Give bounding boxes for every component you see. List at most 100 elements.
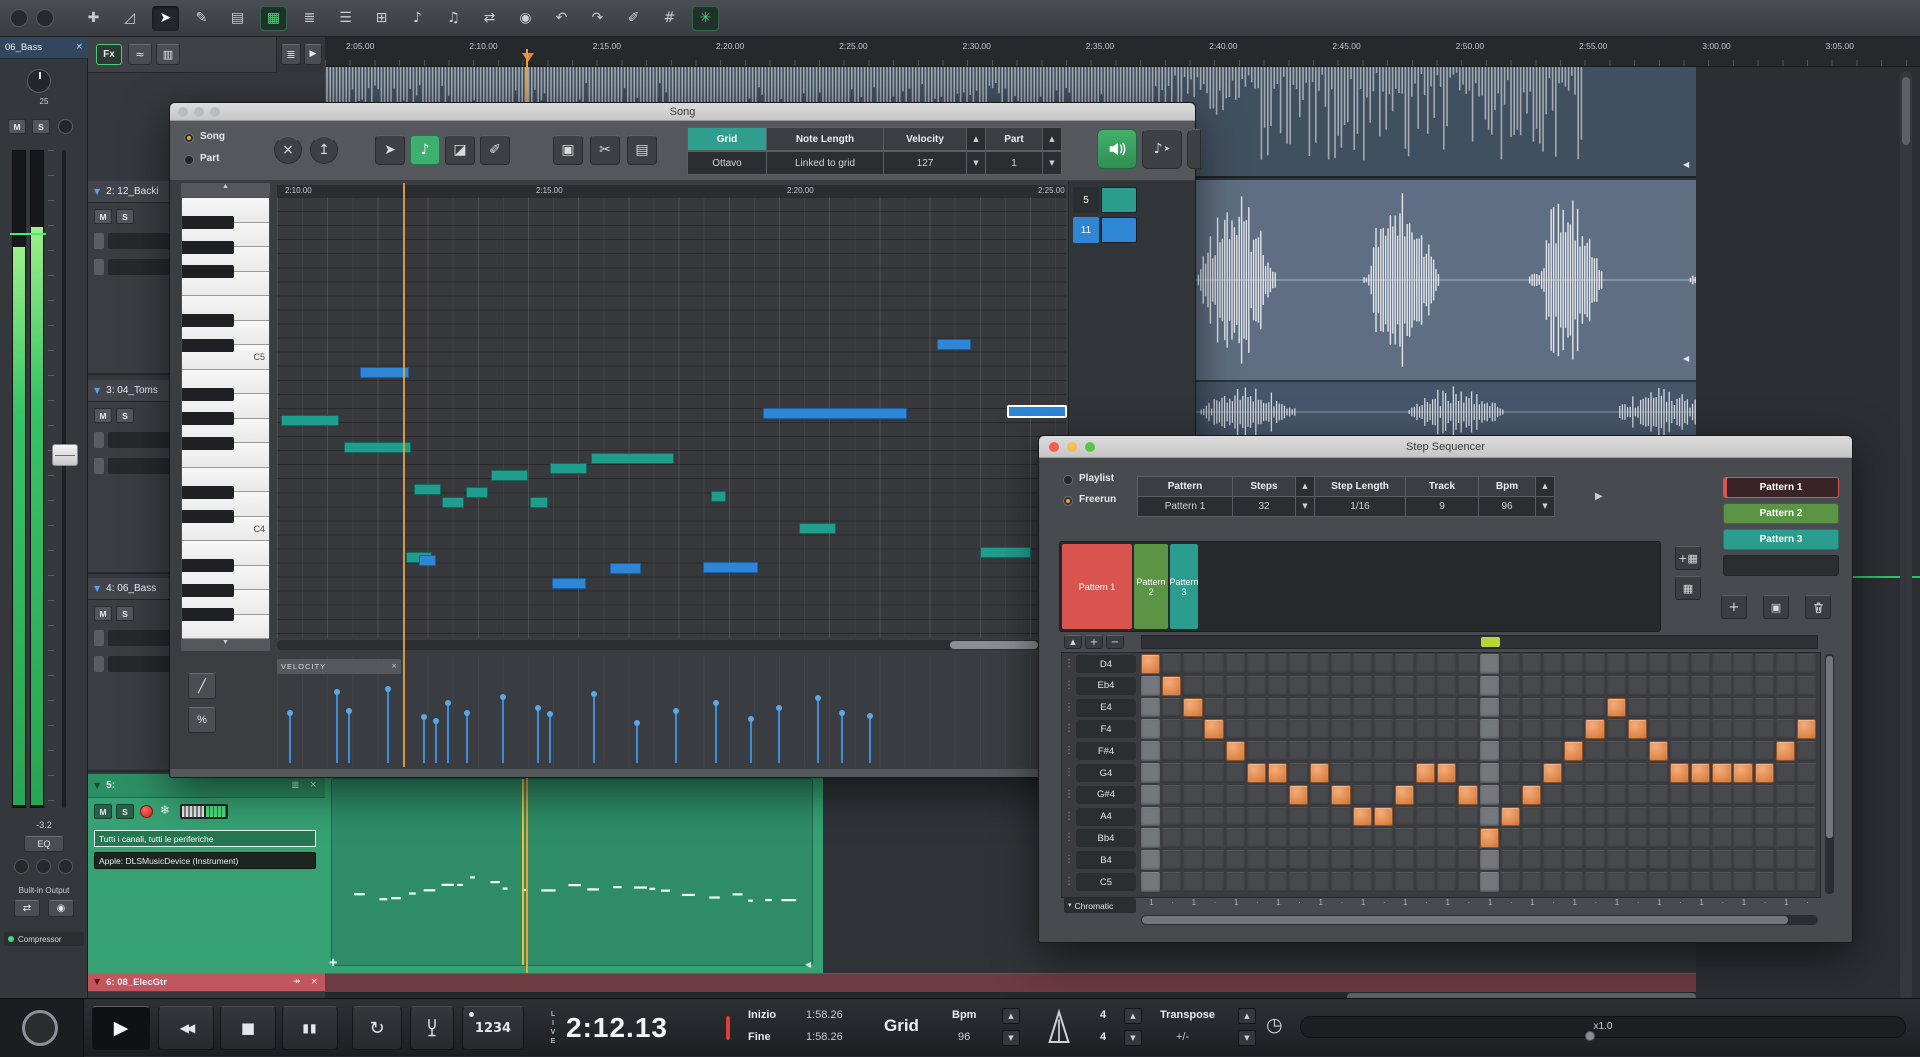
pattern-strip[interactable]: Pattern 1Pattern 2Pattern 3 xyxy=(1059,541,1661,632)
guitar-track-lane[interactable] xyxy=(325,973,1696,992)
step-cell[interactable] xyxy=(1776,763,1795,783)
solo-button[interactable]: S xyxy=(32,119,50,134)
step-cell[interactable] xyxy=(1416,654,1435,674)
velocity-stem-dot[interactable] xyxy=(421,714,427,720)
close-traffic-light[interactable] xyxy=(178,107,188,117)
step-cell[interactable] xyxy=(1776,719,1795,739)
step-cell[interactable] xyxy=(1289,654,1308,674)
step-cell[interactable] xyxy=(1755,872,1774,892)
piano-scroll-down[interactable]: ▼ xyxy=(181,639,270,651)
start-value[interactable]: 1:58.26 xyxy=(806,1009,843,1021)
step-row-label[interactable]: F4 xyxy=(1076,720,1136,738)
eq-button[interactable]: EQ xyxy=(24,836,64,852)
step-cell[interactable] xyxy=(1649,763,1668,783)
step-cell[interactable] xyxy=(1628,676,1647,696)
step-cell[interactable] xyxy=(1733,850,1752,870)
step-cell[interactable] xyxy=(1353,850,1372,870)
step-cell[interactable] xyxy=(1458,785,1477,805)
step-cell[interactable] xyxy=(1374,741,1393,761)
redo-tool-icon[interactable]: ↷ xyxy=(584,6,611,31)
slot-grip[interactable] xyxy=(94,432,104,448)
step-cell[interactable] xyxy=(1585,872,1604,892)
step-cell[interactable] xyxy=(1733,654,1752,674)
close-icon[interactable]: × xyxy=(310,978,318,987)
step-cell[interactable] xyxy=(1374,828,1393,848)
step-cell[interactable] xyxy=(1437,698,1456,718)
note-cursor-button[interactable]: ♪➤ xyxy=(1142,129,1182,169)
velocity-stem-dot[interactable] xyxy=(445,700,451,706)
part-number[interactable]: 11 xyxy=(1073,217,1099,243)
row-grip-icon[interactable]: ⋮ xyxy=(1064,658,1074,669)
step-cell[interactable] xyxy=(1268,850,1287,870)
pattern-field-value[interactable]: Pattern 1 xyxy=(1137,496,1233,517)
pattern-block[interactable]: Pattern 2 xyxy=(1134,544,1168,629)
step-cell[interactable] xyxy=(1797,828,1816,848)
move-tool-icon[interactable]: ✚ xyxy=(80,6,107,31)
step-cell[interactable] xyxy=(1628,828,1647,848)
step-cell[interactable] xyxy=(1289,872,1308,892)
add-pattern-strip-button[interactable]: +▦ xyxy=(1675,546,1701,570)
step-cell[interactable] xyxy=(1268,719,1287,739)
step-cell[interactable] xyxy=(1331,698,1350,718)
paste-button[interactable]: ▤ xyxy=(627,135,657,165)
step-cell[interactable] xyxy=(1353,719,1372,739)
clock-icon[interactable]: ◷ xyxy=(1266,1016,1283,1035)
row-grip-icon[interactable]: ⋮ xyxy=(1064,854,1074,865)
step-cell[interactable] xyxy=(1670,698,1689,718)
step-cell[interactable] xyxy=(1755,654,1774,674)
step-cell[interactable] xyxy=(1331,719,1350,739)
velocity-stem-dot[interactable] xyxy=(713,700,719,706)
step-cell[interactable] xyxy=(1670,676,1689,696)
step-header-strip[interactable] xyxy=(1141,635,1818,649)
mute-button[interactable]: M xyxy=(94,606,112,621)
step-cell[interactable] xyxy=(1310,698,1329,718)
mute-button[interactable]: M xyxy=(94,804,112,819)
velocity-down-button[interactable]: ▼ xyxy=(966,151,986,175)
transpose-down-button[interactable]: ▼ xyxy=(1238,1030,1256,1046)
copy-button[interactable]: ▣ xyxy=(553,135,583,165)
instrument-track-lane[interactable]: ✚ ◀ xyxy=(325,774,823,973)
step-cell[interactable] xyxy=(1416,698,1435,718)
locate-tool-icon[interactable]: ◉ xyxy=(512,6,539,31)
speed-slider-thumb[interactable] xyxy=(1585,1031,1595,1041)
step-cell[interactable] xyxy=(1374,654,1393,674)
step-cell[interactable] xyxy=(1607,785,1626,805)
step-cell[interactable] xyxy=(1247,763,1266,783)
part-scroll-icon[interactable]: ◀ xyxy=(805,961,811,969)
step-cell[interactable] xyxy=(1522,763,1541,783)
end-value[interactable]: 1:58.26 xyxy=(806,1031,843,1043)
step-cell[interactable] xyxy=(1543,872,1562,892)
percent-tool-button[interactable]: % xyxy=(188,707,216,733)
step-cell[interactable] xyxy=(1183,654,1202,674)
step-cell[interactable] xyxy=(1310,654,1329,674)
solo-button[interactable]: S xyxy=(116,408,134,423)
piano-black-key[interactable] xyxy=(182,216,234,229)
step-cell[interactable] xyxy=(1374,785,1393,805)
step-cell[interactable] xyxy=(1183,828,1202,848)
step-cell[interactable] xyxy=(1395,698,1414,718)
step-cell[interactable] xyxy=(1289,741,1308,761)
undo-tool-icon[interactable]: ↶ xyxy=(548,6,575,31)
expand-button[interactable]: ▶ xyxy=(304,44,322,65)
part-color-swatch[interactable] xyxy=(1101,187,1137,213)
step-cell[interactable] xyxy=(1331,676,1350,696)
midi-note[interactable] xyxy=(711,491,726,502)
step-cell[interactable] xyxy=(1564,741,1583,761)
step-cell[interactable] xyxy=(1670,741,1689,761)
step-cell[interactable] xyxy=(1310,785,1329,805)
step-cell[interactable] xyxy=(1564,850,1583,870)
step-cell[interactable] xyxy=(1353,654,1372,674)
step-cell[interactable] xyxy=(1247,719,1266,739)
step-cell[interactable] xyxy=(1712,741,1731,761)
step-cell[interactable] xyxy=(1797,654,1816,674)
step-cell[interactable] xyxy=(1331,872,1350,892)
step-cell[interactable] xyxy=(1733,828,1752,848)
pattern-select-button[interactable]: Pattern 3 xyxy=(1723,529,1839,550)
step-cell[interactable] xyxy=(1712,872,1731,892)
velocity-stem[interactable] xyxy=(549,714,551,763)
step-row-label[interactable]: A4 xyxy=(1076,808,1136,826)
step-window-titlebar[interactable]: Step Sequencer xyxy=(1039,436,1852,458)
step-cell[interactable] xyxy=(1564,698,1583,718)
step-cell[interactable] xyxy=(1712,807,1731,827)
velocity-stem-dot[interactable] xyxy=(346,708,352,714)
